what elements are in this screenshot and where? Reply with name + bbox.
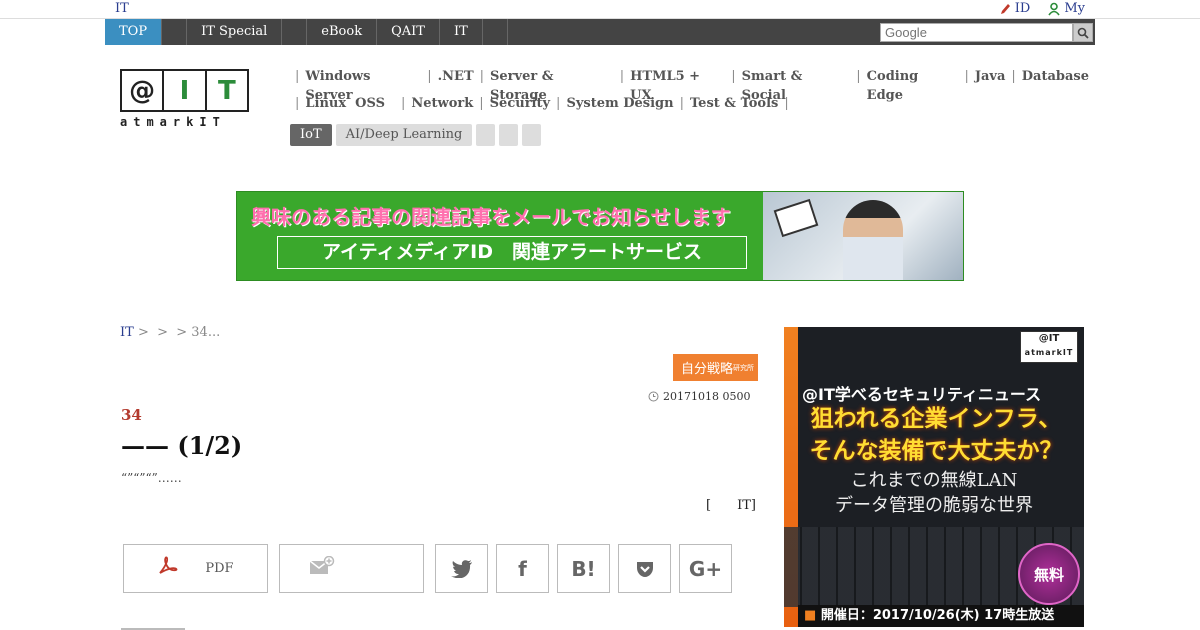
ad-badge-top: @IT <box>1038 333 1060 344</box>
nav-item-8[interactable] <box>483 19 508 45</box>
mail-icon <box>309 555 335 581</box>
topic-tags: IoT AI/Deep Learning <box>290 124 542 146</box>
category-test-tools[interactable]: Test & Tools <box>690 94 778 121</box>
category-linux-oss[interactable]: Linux OSS <box>305 94 385 121</box>
category-security[interactable]: Security <box>490 94 550 121</box>
category-row-2: | Linux OSS | Network | Security | System De… <box>289 94 1089 121</box>
hatena-bookmark-icon: B! <box>571 556 596 581</box>
hatena-bookmark-button[interactable]: B! <box>557 544 610 593</box>
article-title: —— (1/2) <box>121 431 243 460</box>
search-icon <box>1077 27 1089 39</box>
pocket-button[interactable] <box>618 544 671 593</box>
my-link[interactable]: My <box>1048 0 1085 17</box>
google-plus-icon: G+ <box>688 556 723 581</box>
sidebar-ad[interactable]: @IT atmarkIT @IT学べるセキュリティニュース 狙われる企業インフラ… <box>784 327 1084 627</box>
nav-item-4[interactable] <box>282 19 308 45</box>
series-logo-sub: 研究所 <box>733 363 754 372</box>
category-server-storage[interactable]: Server & Storage <box>490 67 614 103</box>
clock-icon <box>648 391 659 402</box>
article-kicker: 34 <box>121 406 142 424</box>
user-icon <box>1048 2 1060 15</box>
breadcrumb-trail: > > > 34... <box>133 325 221 340</box>
nav-it-special[interactable]: IT Special <box>187 19 283 45</box>
category-windows-server[interactable]: Windows Server <box>305 67 421 103</box>
twitter-share-button[interactable] <box>435 544 488 593</box>
ad-event-date: ■ 開催日：2017/10/26(木) 17時生放送 <box>798 605 1084 627</box>
id-link[interactable]: ID <box>999 0 1031 17</box>
logo-boxes: @ I T <box>120 69 249 112</box>
category-links: | Windows Server | .NET | Server & Storage … <box>289 67 1089 121</box>
ad-badge-bottom: atmarkIT <box>1024 348 1074 357</box>
pencil-icon <box>1000 3 1010 14</box>
my-link-label: My <box>1064 1 1085 16</box>
ad-headline-2b: そんな装備で大丈夫か？ <box>809 438 1063 464</box>
ad-free-badge: 無料 <box>1018 543 1080 605</box>
article-author: [ IT] <box>706 498 756 513</box>
alert-service-banner[interactable]: 興味のある記事の関連記事をメールでお知らせします アイティメディアID 関連アラ… <box>236 191 964 281</box>
series-logo-text: 自分戦略 <box>680 362 733 377</box>
pocket-icon <box>636 561 653 577</box>
ad-date-value: 2017/10/26(木) 17時生放送 <box>872 608 1055 623</box>
user-links: ID My <box>999 0 1085 17</box>
article-lead: “”“”“”…… <box>121 471 182 485</box>
search-input[interactable] <box>880 23 1073 42</box>
nav-it[interactable]: IT <box>440 19 483 45</box>
category-system-design[interactable]: System Design <box>566 94 673 121</box>
category-network[interactable]: Network <box>411 94 473 121</box>
mail-share-button[interactable] <box>279 544 424 593</box>
tag-ai-deep-learning[interactable]: AI/Deep Learning <box>335 124 473 146</box>
logo-i: I <box>164 71 207 110</box>
site-logo[interactable]: @ I T atmarkIT <box>120 69 249 129</box>
category-coding-edge[interactable]: Coding Edge <box>867 67 959 103</box>
ad-site-badge: @IT atmarkIT <box>1020 331 1078 363</box>
twitter-icon <box>450 559 472 578</box>
publish-date: 20171018 0500 <box>648 390 750 403</box>
category-java[interactable]: Java <box>975 67 1006 94</box>
pdf-label: PDF <box>205 561 234 576</box>
ad-headline-3b: データ管理の脆弱な世界 <box>835 495 1033 516</box>
facebook-share-button[interactable]: f <box>496 544 549 593</box>
search-button[interactable] <box>1073 23 1093 42</box>
nav-qait[interactable]: QAIT <box>377 19 440 45</box>
pdf-button[interactable]: PDF <box>123 544 268 593</box>
ad-headline-2: 狙われる企業インフラ、 そんな装備で大丈夫か？ <box>788 403 1084 467</box>
ad-date-bullet: ■ <box>804 608 817 623</box>
ad-headline-3a: これまでの無線LAN <box>850 470 1018 491</box>
pdf-icon <box>157 555 179 582</box>
tag-4[interactable] <box>499 124 519 146</box>
nav-ebook[interactable]: eBook <box>307 19 378 45</box>
logo-subtitle: atmarkIT <box>120 115 226 129</box>
google-plus-button[interactable]: G+ <box>679 544 732 593</box>
logo-t: T <box>217 75 236 106</box>
logo-at: @ <box>122 71 165 110</box>
category-smart-social[interactable]: Smart & Social <box>742 67 851 103</box>
breadcrumb: IT > > > 34... <box>120 325 220 340</box>
banner-person-image <box>843 200 903 280</box>
category-row-1: | Windows Server | .NET | Server & Storage … <box>295 67 1090 103</box>
ad-date-label: 開催日： <box>820 608 873 623</box>
id-link-label: ID <box>1014 1 1031 16</box>
nav-top[interactable]: TOP <box>105 19 163 45</box>
series-logo[interactable]: 自分戦略 研究所 <box>673 354 758 381</box>
ad-headline-3: これまでの無線LAN データ管理の脆弱な世界 <box>784 468 1084 518</box>
category-html5-ux[interactable]: HTML5 + UX <box>630 67 725 103</box>
category-database[interactable]: Database <box>1022 67 1089 94</box>
banner-headline: 興味のある記事の関連記事をメールでお知らせします <box>251 205 731 229</box>
tag-iot[interactable]: IoT <box>290 124 332 146</box>
ad-headline-1: @IT学べるセキュリティニュース <box>802 385 1042 404</box>
nav-item-2[interactable] <box>162 19 188 45</box>
banner-subheadline: アイティメディアID 関連アラートサービス <box>277 236 747 269</box>
category-dotnet[interactable]: .NET <box>438 67 474 94</box>
facebook-icon: f <box>518 556 527 581</box>
publish-date-text: 20171018 0500 <box>663 390 751 403</box>
ad-headline-2a: 狙われる企業インフラ、 <box>810 406 1062 432</box>
site-link[interactable]: IT <box>115 0 129 17</box>
tag-3[interactable] <box>476 124 496 146</box>
top-utility-bar: IT ID My <box>0 0 1200 19</box>
breadcrumb-home[interactable]: IT <box>120 325 134 340</box>
tag-5[interactable] <box>522 124 542 146</box>
